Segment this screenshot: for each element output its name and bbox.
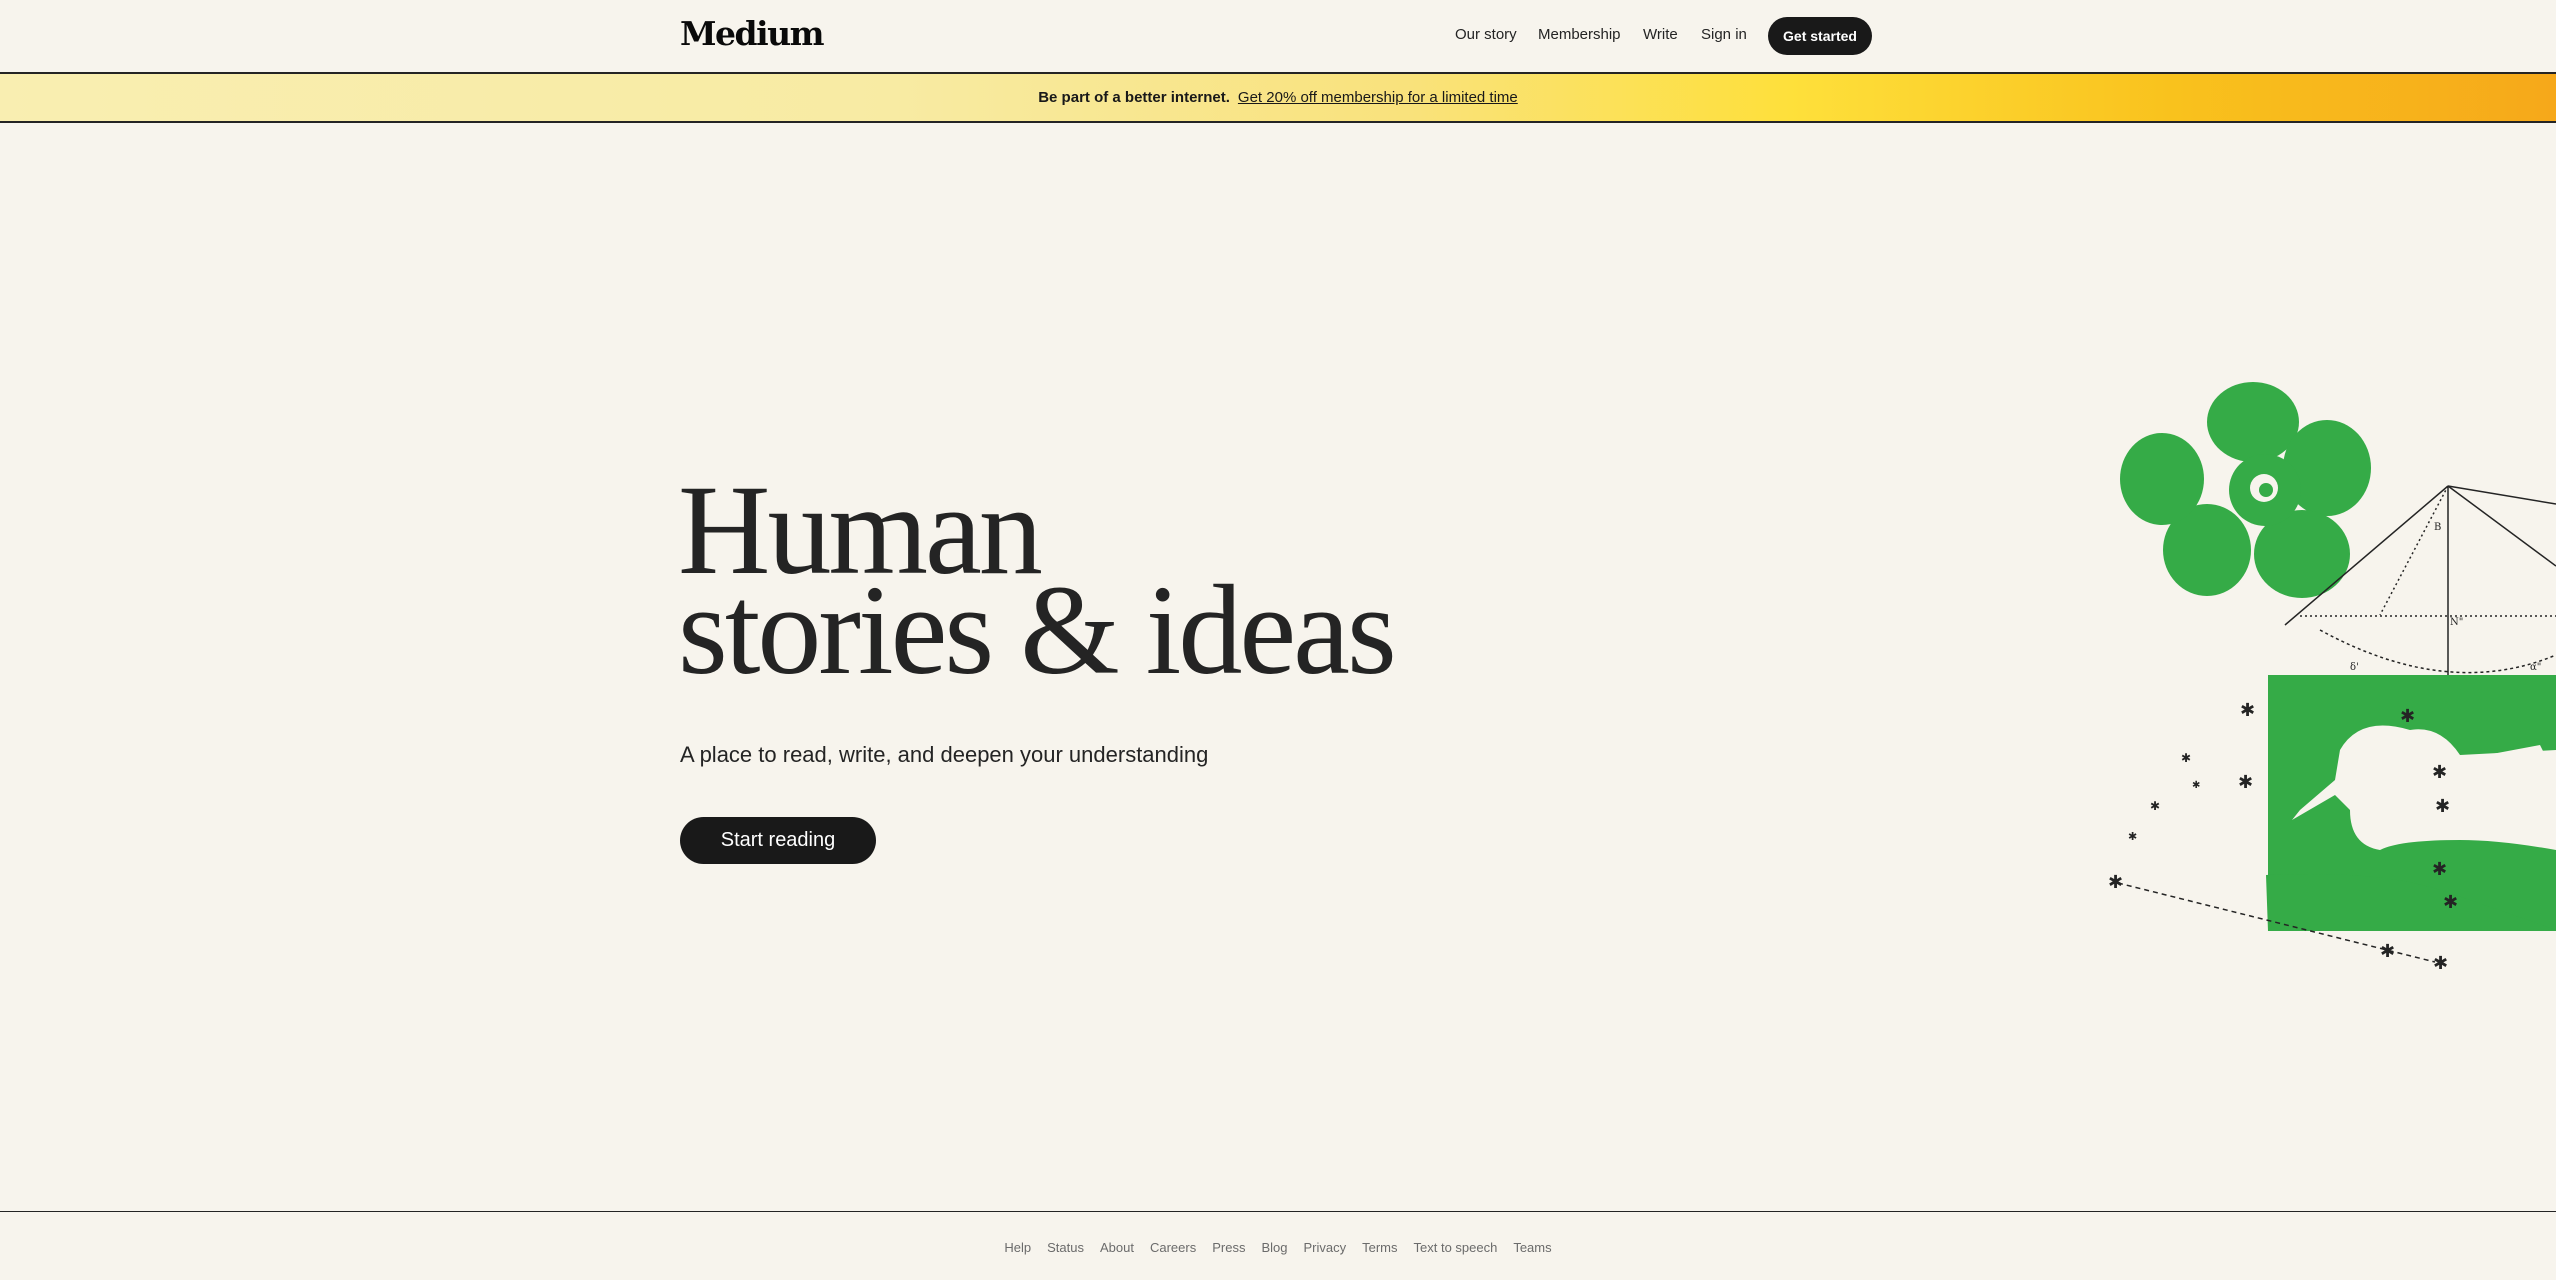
footer-link-blog[interactable]: Blog xyxy=(1261,1240,1287,1255)
svg-text:δ': δ' xyxy=(2350,662,2359,673)
footer-link-help[interactable]: Help xyxy=(1004,1240,1031,1255)
banner-lead: Be part of a better internet. xyxy=(1038,89,1230,106)
svg-text:✱: ✱ xyxy=(2435,796,2450,817)
nav-write[interactable]: Write xyxy=(1643,26,1678,43)
svg-text:✱: ✱ xyxy=(2181,751,2191,765)
svg-text:✱: ✱ xyxy=(2400,706,2415,727)
svg-text:✱: ✱ xyxy=(2108,872,2123,893)
footer-link-careers[interactable]: Careers xyxy=(1150,1240,1196,1255)
svg-text:✱: ✱ xyxy=(2432,859,2447,880)
site-footer: Help Status About Careers Press Blog Pri… xyxy=(0,1211,2556,1280)
footer-link-text-to-speech[interactable]: Text to speech xyxy=(1414,1240,1498,1255)
svg-text:✱: ✱ xyxy=(2433,953,2448,974)
svg-text:N": N" xyxy=(2450,617,2463,628)
footer-links: Help Status About Careers Press Blog Pri… xyxy=(0,1240,2556,1255)
hero-subtitle: A place to read, write, and deepen your … xyxy=(680,742,1209,767)
footer-link-privacy[interactable]: Privacy xyxy=(1303,1240,1346,1255)
hero-title-line-2: stories & ideas xyxy=(678,559,1397,701)
footer-link-terms[interactable]: Terms xyxy=(1362,1240,1397,1255)
get-started-button[interactable]: Get started xyxy=(1768,17,1872,55)
svg-text:✱: ✱ xyxy=(2443,892,2458,913)
site-header: Medium Our story Membership Write Sign i… xyxy=(0,0,2556,74)
svg-text:B: B xyxy=(2434,522,2441,533)
svg-text:✱: ✱ xyxy=(2192,780,2200,791)
medium-logo[interactable]: Medium xyxy=(680,14,825,53)
svg-text:✱: ✱ xyxy=(2240,700,2255,721)
svg-text:✱: ✱ xyxy=(2432,762,2447,783)
banner-offer-link[interactable]: Get 20% off membership for a limited tim… xyxy=(1238,89,1518,106)
diagram-labels: B N" E δ' α" xyxy=(2350,522,2541,693)
svg-text:✱: ✱ xyxy=(2128,830,2137,843)
nav-our-story[interactable]: Our story xyxy=(1455,26,1517,43)
footer-link-press[interactable]: Press xyxy=(1212,1240,1245,1255)
svg-text:α": α" xyxy=(2530,662,2541,673)
hero-illustration: B N" E δ' α" ✱ ✱ ✱ ✱ ✱ ✱ ✱ ✱ ✱ ✱ ✱ ✱ ✱ ✱ xyxy=(2108,382,2556,974)
nav-sign-in[interactable]: Sign in xyxy=(1701,26,1747,43)
footer-link-teams[interactable]: Teams xyxy=(1513,1240,1551,1255)
footer-link-about[interactable]: About xyxy=(1100,1240,1134,1255)
svg-text:✱: ✱ xyxy=(2238,772,2253,793)
nav-membership[interactable]: Membership xyxy=(1538,26,1621,43)
footer-link-status[interactable]: Status xyxy=(1047,1240,1084,1255)
hero-title: Human stories & ideas xyxy=(678,466,1397,701)
start-reading-button[interactable]: Start reading xyxy=(680,817,876,864)
banner-text: Be part of a better internet. Get 20% off… xyxy=(0,89,2556,106)
flower-icon xyxy=(2120,382,2371,598)
svg-text:✱: ✱ xyxy=(2150,799,2160,813)
promo-banner: Be part of a better internet. Get 20% off… xyxy=(0,74,2556,123)
